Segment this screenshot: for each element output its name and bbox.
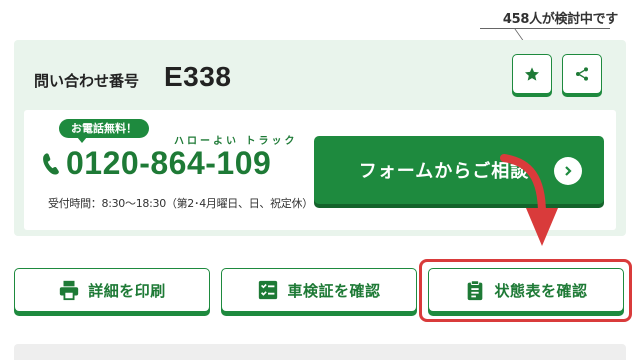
- business-hours: 受付時間：8:30〜18:30（第2･4月曜日、日、祝定休）: [48, 197, 313, 210]
- free-call-badge: お電話無料！: [59, 119, 149, 143]
- star-icon: [525, 67, 539, 81]
- share-button[interactable]: [562, 54, 602, 94]
- phone-number: 0120-864-109: [66, 145, 272, 181]
- printer-icon: [60, 280, 79, 301]
- pointer-arrow-icon: [500, 154, 558, 246]
- inquiry-number-label: 問い合わせ番号: [34, 72, 140, 90]
- print-details-label: 詳細を印刷: [88, 281, 166, 300]
- print-details-button[interactable]: 詳細を印刷: [14, 268, 210, 312]
- favorite-button[interactable]: [512, 54, 552, 94]
- phone-link[interactable]: 0120-864-109: [40, 145, 271, 182]
- checklist-icon: [259, 280, 278, 300]
- viewer-count-callout: [480, 28, 610, 40]
- inquiry-number: E338: [164, 61, 232, 92]
- view-inspection-cert-label: 車検証を確認: [287, 281, 381, 300]
- next-section-strip: [14, 344, 626, 360]
- highlight-box: [419, 259, 632, 322]
- share-icon: [576, 67, 588, 81]
- phone-icon: [43, 152, 59, 174]
- viewer-count: 458人が検討中です: [502, 12, 618, 27]
- view-inspection-cert-button[interactable]: 車検証を確認: [221, 268, 417, 312]
